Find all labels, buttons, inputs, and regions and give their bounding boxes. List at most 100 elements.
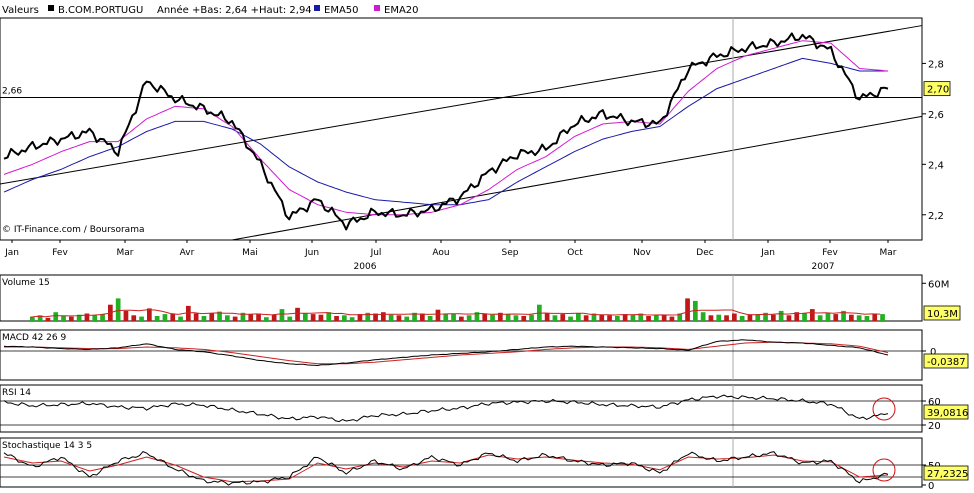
ema20-label: EMA20 xyxy=(384,5,419,16)
volume-bar xyxy=(849,314,854,321)
x-tick-label: Sep xyxy=(502,248,519,258)
volume-bar xyxy=(451,313,456,321)
stochastic-panel-title: Stochastique 14 3 5 xyxy=(2,441,92,451)
volume-bar xyxy=(833,314,839,321)
volume-bar xyxy=(599,314,605,321)
volume-bar xyxy=(139,316,144,321)
x-tick-label: Jan xyxy=(4,248,19,258)
volume-bar xyxy=(482,313,488,321)
x-tick-label: Avr xyxy=(180,248,195,258)
volume-bar xyxy=(45,317,51,321)
price-y-tick-label: 2,6 xyxy=(928,110,944,121)
price-panel-frame xyxy=(0,17,923,241)
volume-bar xyxy=(388,314,394,321)
stoch-last-value: 27,2325 xyxy=(927,469,968,480)
volume-bar xyxy=(193,313,199,321)
volume-bar xyxy=(880,314,885,321)
volume-bar xyxy=(381,312,386,321)
volume-bar xyxy=(771,314,776,321)
volume-bar xyxy=(271,314,277,321)
symbol-label: B.COM.PORTUGU xyxy=(58,5,143,16)
volume-bar xyxy=(630,314,636,321)
volume-bar xyxy=(264,317,269,321)
x-tick-label: Jul xyxy=(370,248,382,258)
volume-bar xyxy=(661,314,667,321)
volume-bar xyxy=(84,313,90,321)
volume-bar xyxy=(279,309,285,321)
volume-bar xyxy=(162,314,168,321)
volume-bar xyxy=(521,316,527,321)
rsi-panel-title: RSI 14 xyxy=(2,388,31,398)
volume-bar xyxy=(583,315,589,321)
volume-bar xyxy=(724,315,729,321)
macd-panel-title: MACD 42 26 9 xyxy=(2,333,66,343)
volume-panel-title: Volume 15 xyxy=(2,278,50,288)
volume-bar xyxy=(404,316,410,321)
x-axis: Jan Fev Mar Avr Mai Jun Jul Aou Sep Oct Nov Dec Jan F… xyxy=(4,240,897,272)
x-tick-label: Mar xyxy=(117,248,134,258)
volume-bar xyxy=(131,315,137,321)
volume-bar xyxy=(435,309,441,321)
volume-last-value: 10,3M xyxy=(927,309,958,320)
price-y-tick-label: 2,4 xyxy=(928,160,944,171)
copyright-credit: © IT-Finance.com / Boursorama xyxy=(2,225,144,235)
volume-bar xyxy=(552,315,558,321)
volume-bar xyxy=(61,316,66,321)
volume-bar xyxy=(669,316,675,321)
x-tick-label: Jun xyxy=(304,248,319,258)
volume-bar xyxy=(178,316,183,321)
volume-bar xyxy=(53,312,59,321)
price-last-value: 2,70 xyxy=(927,85,949,96)
volume-bar xyxy=(443,314,449,321)
stock-chart: Valeurs B.COM.PORTUGU Année +Bas: 2,64 +… xyxy=(0,4,969,492)
volume-bar xyxy=(69,316,74,321)
volume-bar xyxy=(560,314,566,321)
volume-bar xyxy=(732,313,737,321)
x-tick-label: Oct xyxy=(567,248,583,258)
macd-last-value: -0,0387 xyxy=(927,357,966,368)
valeurs-label: Valeurs xyxy=(2,5,39,16)
volume-bar xyxy=(303,313,308,321)
volume-bar xyxy=(615,316,620,321)
price-y-tick-label: 2,2 xyxy=(928,211,944,222)
volume-bar xyxy=(544,313,550,321)
x-tick-label: Mar xyxy=(880,248,897,258)
volume-y-tick-label: 60M xyxy=(928,279,949,290)
volume-bar xyxy=(739,316,745,321)
ema50-legend-swatch xyxy=(314,5,320,11)
volume-bar xyxy=(427,316,433,321)
volume-bar xyxy=(817,315,823,321)
volume-bar xyxy=(232,316,238,321)
volume-bar xyxy=(295,307,300,321)
volume-bar xyxy=(576,313,581,321)
volume-bar xyxy=(529,314,534,321)
x-tick-label: Mai xyxy=(242,248,258,258)
volume-bar xyxy=(248,314,254,321)
indicator-panels: Volume 15 60M 10,3M MACD 42 26 9 0 -0,0387 RSI… xyxy=(0,274,969,492)
volume-bar xyxy=(310,314,316,321)
volume-bar xyxy=(654,315,659,321)
stoch-y-tick-label: 0 xyxy=(928,481,934,492)
volume-bar xyxy=(92,315,98,321)
volume-bar xyxy=(700,312,706,321)
volume-bar xyxy=(685,298,690,321)
price-y-tick-label: 2,8 xyxy=(928,59,944,70)
ema50-label: EMA50 xyxy=(324,5,359,16)
volume-bar xyxy=(810,309,815,321)
year-label: 2006 xyxy=(354,262,377,272)
volume-bar xyxy=(318,314,324,321)
volume-bar xyxy=(646,316,651,321)
volume-bar xyxy=(209,313,215,321)
volume-bar xyxy=(349,317,355,321)
volume-bar xyxy=(100,314,105,321)
reference-label: 2,66 xyxy=(2,86,22,96)
rsi-y-tick-label: 20 xyxy=(928,421,941,432)
volume-bar xyxy=(287,316,293,321)
volume-bar xyxy=(864,316,870,321)
volume-bar xyxy=(459,316,464,321)
volume-bar xyxy=(802,313,807,321)
price-legend-swatch xyxy=(48,5,54,11)
volume-bar xyxy=(466,315,472,321)
x-tick-label: Fev xyxy=(52,248,68,258)
volume-bar xyxy=(607,315,612,321)
